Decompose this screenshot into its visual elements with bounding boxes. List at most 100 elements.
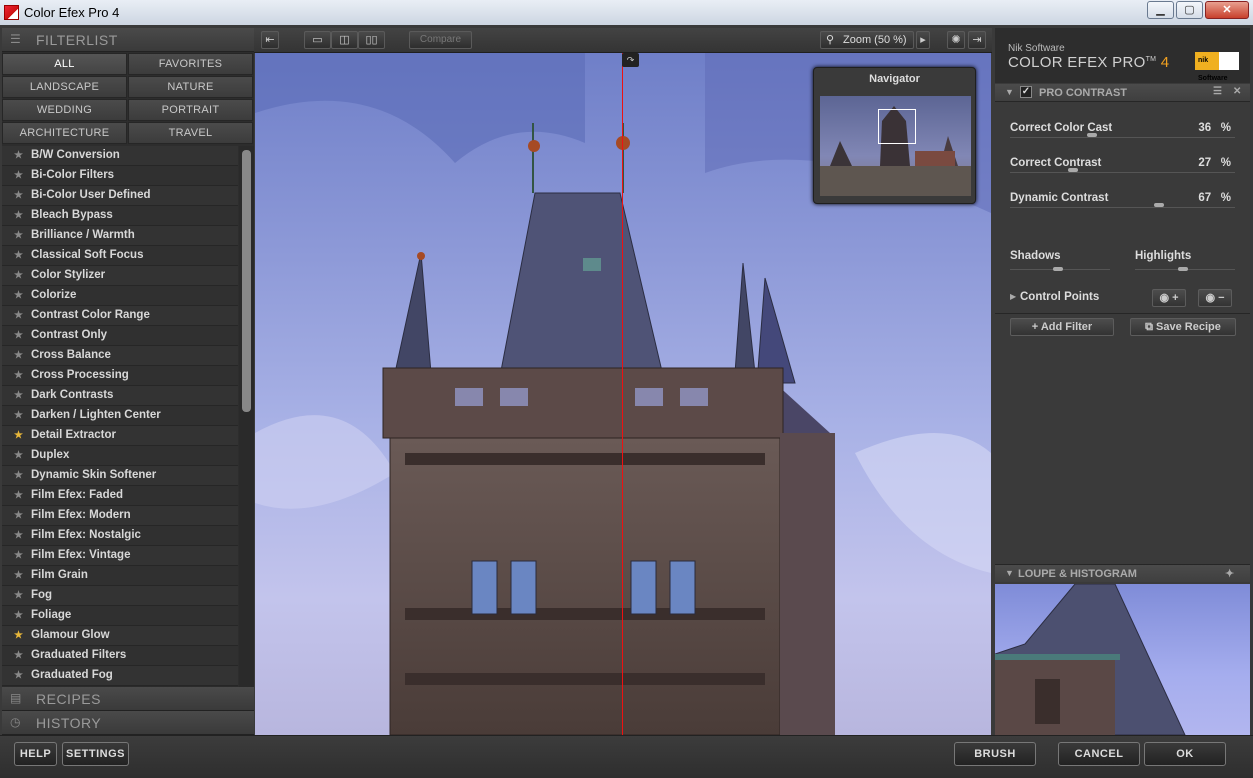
- star-icon[interactable]: ★: [14, 286, 23, 305]
- single-view-button[interactable]: ▭: [304, 31, 331, 49]
- filter-item[interactable]: ★ Dark Contrasts: [2, 386, 238, 406]
- ok-button[interactable]: OK: [1144, 742, 1226, 766]
- filter-enable-checkbox[interactable]: ✓: [1020, 86, 1032, 98]
- star-icon[interactable]: ★: [14, 366, 23, 385]
- star-icon[interactable]: ★: [14, 226, 23, 245]
- filter-item[interactable]: ★ Contrast Color Range: [2, 306, 238, 326]
- filterlist-header[interactable]: ☰ FILTERLIST: [2, 28, 254, 52]
- brush-button[interactable]: BRUSH: [954, 742, 1036, 766]
- slider-track[interactable]: [1010, 172, 1235, 173]
- remove-filter-icon[interactable]: ✕: [1233, 86, 1241, 97]
- background-toggle-button[interactable]: ✺: [947, 31, 965, 49]
- star-icon[interactable]: ★: [14, 466, 23, 485]
- collapse-arrow-icon[interactable]: ▼: [1005, 87, 1014, 97]
- help-button[interactable]: HELP: [14, 742, 57, 766]
- title-bar[interactable]: Color Efex Pro 4 ▁ ▢ ✕: [0, 0, 1253, 25]
- category-tab-nature[interactable]: NATURE: [128, 76, 253, 98]
- add-control-point-button[interactable]: ◉ +: [1152, 289, 1186, 307]
- star-icon[interactable]: ★: [14, 586, 23, 605]
- scrollbar-thumb[interactable]: [242, 150, 251, 412]
- star-icon[interactable]: ★: [14, 186, 23, 205]
- filter-item[interactable]: ★ Graduated Fog: [2, 666, 238, 686]
- slider-knob[interactable]: [1154, 203, 1165, 207]
- recipes-header[interactable]: ▤ RECIPES: [2, 687, 254, 711]
- star-icon[interactable]: ★: [14, 146, 23, 165]
- compare-button[interactable]: Compare: [409, 31, 472, 49]
- filter-item[interactable]: ★ Classical Soft Focus: [2, 246, 238, 266]
- filter-item[interactable]: ★ Foliage: [2, 606, 238, 626]
- filter-item[interactable]: ★ Colorize: [2, 286, 238, 306]
- control-points-row[interactable]: ▶ Control Points ◉ + ◉ −: [995, 289, 1250, 309]
- filter-item[interactable]: ★ Cross Balance: [2, 346, 238, 366]
- collapse-loupe-icon[interactable]: ▼: [1005, 568, 1014, 578]
- star-icon[interactable]: ★: [14, 646, 23, 665]
- history-header[interactable]: ◷ HISTORY: [2, 711, 254, 735]
- filter-item[interactable]: ★ Film Efex: Faded: [2, 486, 238, 506]
- filter-item[interactable]: ★ Detail Extractor: [2, 426, 238, 446]
- category-tab-all[interactable]: ALL: [2, 53, 127, 75]
- filter-item[interactable]: ★ Film Efex: Vintage: [2, 546, 238, 566]
- filter-item[interactable]: ★ Darken / Lighten Center: [2, 406, 238, 426]
- hide-panel-button[interactable]: ⇤: [261, 31, 279, 49]
- category-tab-travel[interactable]: TRAVEL: [128, 122, 253, 144]
- navigator-viewport-rect[interactable]: [878, 109, 916, 144]
- side-by-side-button[interactable]: ▯▯: [358, 31, 385, 49]
- loupe-view[interactable]: [995, 584, 1250, 735]
- filter-item[interactable]: ★ Film Grain: [2, 566, 238, 586]
- split-view-button[interactable]: ◫: [331, 31, 358, 49]
- zoom-control[interactable]: ⚲ Zoom (50 %): [820, 31, 914, 49]
- split-divider[interactable]: [622, 53, 623, 735]
- slider-track[interactable]: [1010, 137, 1235, 138]
- category-tab-landscape[interactable]: LANDSCAPE: [2, 76, 127, 98]
- favorite-star-icon[interactable]: ★: [14, 626, 23, 645]
- star-icon[interactable]: ★: [14, 486, 23, 505]
- filter-menu-icon[interactable]: ☰: [1213, 86, 1222, 97]
- slider-value[interactable]: 67 %: [1198, 192, 1231, 204]
- star-icon[interactable]: ★: [14, 326, 23, 345]
- expand-arrow-icon[interactable]: ▶: [1010, 292, 1016, 301]
- navigator-thumbnail[interactable]: [820, 96, 971, 196]
- star-icon[interactable]: ★: [14, 346, 23, 365]
- filter-item[interactable]: ★ Dynamic Skin Softener: [2, 466, 238, 486]
- star-icon[interactable]: ★: [14, 506, 23, 525]
- star-icon[interactable]: ★: [14, 306, 23, 325]
- filter-header[interactable]: ▼ ✓ PRO CONTRAST ☰ ✕: [995, 84, 1250, 102]
- star-icon[interactable]: ★: [14, 606, 23, 625]
- zoom-menu-button[interactable]: ▸: [916, 31, 930, 49]
- star-icon[interactable]: ★: [14, 446, 23, 465]
- filter-item[interactable]: ★ Duplex: [2, 446, 238, 466]
- close-button[interactable]: ✕: [1205, 1, 1249, 19]
- filter-item[interactable]: ★ Bi-Color Filters: [2, 166, 238, 186]
- star-icon[interactable]: ★: [14, 386, 23, 405]
- slider-value[interactable]: 27 %: [1198, 157, 1231, 169]
- settings-button[interactable]: SETTINGS: [62, 742, 129, 766]
- category-tab-favorites[interactable]: FAVORITES: [128, 53, 253, 75]
- favorite-star-icon[interactable]: ★: [14, 426, 23, 445]
- category-tab-architecture[interactable]: ARCHITECTURE: [2, 122, 127, 144]
- hide-right-panel-button[interactable]: ⇥: [968, 31, 986, 49]
- save-recipe-button[interactable]: ⧉ Save Recipe: [1130, 318, 1236, 336]
- filter-item[interactable]: ★ Graduated Filters: [2, 646, 238, 666]
- slider-knob[interactable]: [1087, 133, 1098, 137]
- pin-icon[interactable]: ✦: [1225, 567, 1234, 580]
- filter-item[interactable]: ★ Brilliance / Warmth: [2, 226, 238, 246]
- highlights-slider-knob[interactable]: [1177, 267, 1188, 271]
- filter-item[interactable]: ★ Glamour Glow: [2, 626, 238, 646]
- star-icon[interactable]: ★: [14, 526, 23, 545]
- filter-item[interactable]: ★ B/W Conversion: [2, 146, 238, 166]
- filter-item[interactable]: ★ Bi-Color User Defined: [2, 186, 238, 206]
- filter-item[interactable]: ★ Cross Processing: [2, 366, 238, 386]
- star-icon[interactable]: ★: [14, 246, 23, 265]
- filter-item[interactable]: ★ Color Stylizer: [2, 266, 238, 286]
- slider-value[interactable]: 36 %: [1198, 122, 1231, 134]
- minimize-button[interactable]: ▁: [1147, 1, 1174, 19]
- star-icon[interactable]: ★: [14, 166, 23, 185]
- star-icon[interactable]: ★: [14, 566, 23, 585]
- filter-item[interactable]: ★ Bleach Bypass: [2, 206, 238, 226]
- cancel-button[interactable]: CANCEL: [1058, 742, 1140, 766]
- split-handle[interactable]: ↷: [622, 53, 639, 67]
- maximize-button[interactable]: ▢: [1176, 1, 1203, 19]
- remove-control-point-button[interactable]: ◉ −: [1198, 289, 1232, 307]
- filter-item[interactable]: ★ Fog: [2, 586, 238, 606]
- add-filter-button[interactable]: + Add Filter: [1010, 318, 1114, 336]
